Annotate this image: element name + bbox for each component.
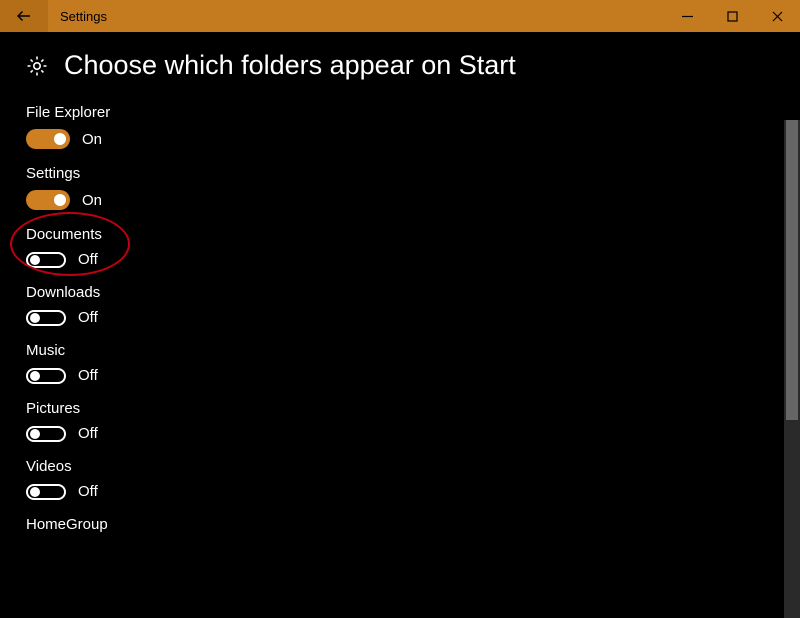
window-title: Settings: [48, 0, 665, 32]
toggle-state-label: Off: [78, 483, 98, 500]
maximize-button[interactable]: [710, 0, 755, 32]
maximize-icon: [727, 11, 738, 22]
gear-icon: [24, 53, 50, 79]
toggle-knob: [54, 194, 66, 206]
close-button[interactable]: [755, 0, 800, 32]
toggle-switch[interactable]: [26, 252, 66, 268]
toggle-switch[interactable]: [26, 368, 66, 384]
setting-item: Downloads Off: [26, 284, 800, 326]
setting-label: Pictures: [26, 400, 800, 417]
toggle-row: Off: [26, 425, 800, 442]
setting-item: Pictures Off: [26, 400, 800, 442]
toggle-state-label: Off: [78, 425, 98, 442]
page-heading-row: Choose which folders appear on Start: [0, 50, 800, 81]
toggle-knob: [30, 371, 40, 381]
toggle-state-label: On: [82, 192, 102, 209]
setting-item: Documents Off: [26, 226, 800, 268]
minimize-icon: [682, 11, 693, 22]
toggle-switch[interactable]: [26, 190, 70, 210]
toggle-row: On: [26, 129, 800, 149]
setting-label: Documents: [26, 226, 800, 243]
toggle-knob: [30, 313, 40, 323]
toggle-row: On: [26, 190, 800, 210]
setting-label: Settings: [26, 165, 800, 182]
page-title: Choose which folders appear on Start: [64, 50, 516, 81]
setting-label: File Explorer: [26, 104, 800, 121]
titlebar: Settings: [0, 0, 800, 32]
setting-item: Videos Off: [26, 458, 800, 500]
back-button[interactable]: [0, 0, 48, 32]
setting-label: Downloads: [26, 284, 800, 301]
toggle-switch[interactable]: [26, 129, 70, 149]
setting-item: Music Off: [26, 342, 800, 384]
scrollbar-track[interactable]: [784, 120, 800, 618]
setting-label: Videos: [26, 458, 800, 475]
window-controls: [665, 0, 800, 32]
toggle-state-label: On: [82, 131, 102, 148]
toggle-switch[interactable]: [26, 484, 66, 500]
scrollbar-thumb[interactable]: [786, 120, 798, 420]
toggle-knob: [30, 255, 40, 265]
setting-item: Settings On: [26, 165, 800, 210]
setting-label: Music: [26, 342, 800, 359]
toggle-row: Off: [26, 251, 800, 268]
toggle-knob: [30, 487, 40, 497]
toggle-state-label: Off: [78, 309, 98, 326]
content-area: Choose which folders appear on Start Fil…: [0, 32, 800, 618]
back-arrow-icon: [15, 7, 33, 25]
toggle-state-label: Off: [78, 367, 98, 384]
setting-label-cutoff: HomeGroup: [26, 516, 800, 533]
toggle-row: Off: [26, 309, 800, 326]
toggle-switch[interactable]: [26, 310, 66, 326]
toggle-row: Off: [26, 367, 800, 384]
toggle-state-label: Off: [78, 251, 98, 268]
close-icon: [772, 11, 783, 22]
toggle-knob: [30, 429, 40, 439]
settings-list: File ExplorerOnSettingsOnDocumentsOffDow…: [0, 104, 800, 618]
setting-item: File Explorer On: [26, 104, 800, 149]
toggle-row: Off: [26, 483, 800, 500]
minimize-button[interactable]: [665, 0, 710, 32]
toggle-knob: [54, 133, 66, 145]
toggle-switch[interactable]: [26, 426, 66, 442]
